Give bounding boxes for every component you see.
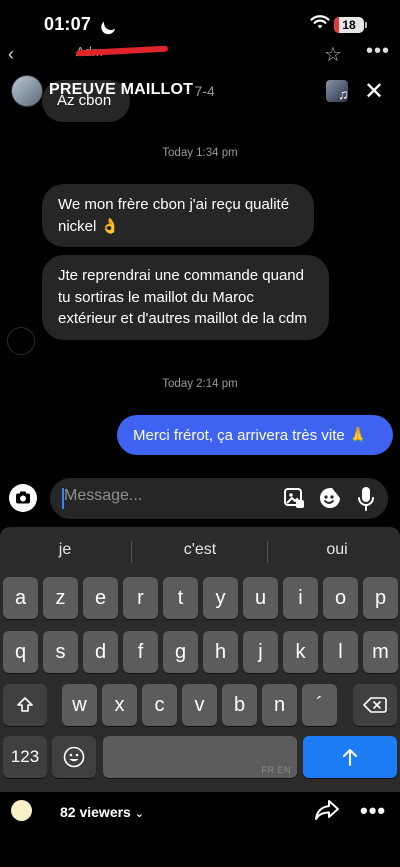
star-icon[interactable]: ☆: [324, 42, 342, 67]
suggestion-divider: [267, 541, 268, 563]
sticker-icon[interactable]: [318, 486, 342, 510]
viewers-count[interactable]: 82 viewers ⌄: [60, 804, 144, 820]
key[interactable]: k: [283, 631, 318, 673]
space-key[interactable]: FR EN: [103, 736, 297, 778]
suggestion-1[interactable]: je: [0, 541, 130, 563]
microphone-icon[interactable]: [357, 486, 375, 512]
key[interactable]: x: [102, 684, 137, 726]
key[interactable]: p: [363, 577, 398, 619]
key[interactable]: r: [123, 577, 158, 619]
chat-title[interactable]: PREUVE MAILLOT: [49, 81, 193, 99]
viewer-avatar[interactable]: [11, 800, 32, 821]
battery-indicator: 18: [334, 17, 364, 33]
key[interactable]: t: [163, 577, 198, 619]
timestamp: Today 2:14 pm: [162, 378, 238, 390]
key[interactable]: ´: [302, 684, 337, 726]
key[interactable]: e: [83, 577, 118, 619]
gallery-icon[interactable]: [283, 487, 305, 509]
chevron-down-icon: ⌄: [134, 808, 144, 820]
close-icon[interactable]: ✕: [364, 77, 384, 106]
key[interactable]: c: [142, 684, 177, 726]
suggestion-3[interactable]: oui: [272, 541, 400, 563]
battery-tip: [365, 22, 367, 28]
status-time: 01:07: [44, 14, 92, 34]
battery-percent: 18: [342, 18, 356, 32]
space-language-label: FR EN: [261, 765, 291, 775]
arrow-up-icon: [343, 749, 357, 766]
backspace-icon: [363, 697, 387, 713]
wifi-icon: [310, 15, 330, 29]
key[interactable]: s: [43, 631, 78, 673]
group-avatar[interactable]: [11, 75, 43, 107]
back-chevron-icon[interactable]: ‹: [8, 44, 14, 65]
share-icon[interactable]: [314, 798, 340, 822]
key[interactable]: y: [203, 577, 238, 619]
key[interactable]: o: [323, 577, 358, 619]
key[interactable]: m: [363, 631, 398, 673]
key[interactable]: f: [123, 631, 158, 673]
key[interactable]: i: [283, 577, 318, 619]
message-bubble-received[interactable]: We mon frère cbon j'ai reçu qualité nick…: [42, 184, 314, 247]
send-key[interactable]: [303, 736, 397, 778]
numbers-key[interactable]: 123: [3, 736, 47, 778]
key[interactable]: a: [3, 577, 38, 619]
camera-button[interactable]: [9, 484, 37, 512]
emoji-key[interactable]: [52, 736, 96, 778]
key[interactable]: g: [163, 631, 198, 673]
emoji-icon: [63, 746, 85, 768]
key[interactable]: l: [323, 631, 358, 673]
more-options-icon[interactable]: •••: [360, 798, 386, 824]
key[interactable]: n: [262, 684, 297, 726]
key[interactable]: j: [243, 631, 278, 673]
shift-icon: [17, 697, 33, 712]
message-bubble-received[interactable]: Jte reprendrai une commande quand tu sor…: [42, 255, 329, 340]
key[interactable]: b: [222, 684, 257, 726]
key[interactable]: v: [182, 684, 217, 726]
music-note-icon: ♫: [338, 86, 349, 102]
timestamp: Today 1:34 pm: [162, 147, 238, 159]
key[interactable]: z: [43, 577, 78, 619]
chat-subtitle: · 7-4: [186, 83, 215, 99]
more-icon[interactable]: •••: [366, 40, 390, 63]
backspace-key[interactable]: [353, 684, 397, 726]
key[interactable]: h: [203, 631, 238, 673]
message-bubble-sent[interactable]: Merci frérot, ça arrivera très vite 🙏: [117, 415, 393, 455]
key[interactable]: u: [243, 577, 278, 619]
shift-key[interactable]: [3, 684, 47, 726]
viewers-label: 82 viewers: [60, 804, 131, 820]
battery-level-fill: [334, 17, 340, 33]
suggestion-divider: [131, 541, 132, 563]
sender-avatar[interactable]: [7, 327, 35, 355]
message-input[interactable]: [64, 487, 254, 505]
key[interactable]: w: [62, 684, 97, 726]
moon-icon: [102, 14, 120, 32]
suggestion-2[interactable]: c'est: [135, 541, 265, 563]
key[interactable]: d: [83, 631, 118, 673]
camera-icon: [16, 491, 30, 504]
key[interactable]: q: [3, 631, 38, 673]
